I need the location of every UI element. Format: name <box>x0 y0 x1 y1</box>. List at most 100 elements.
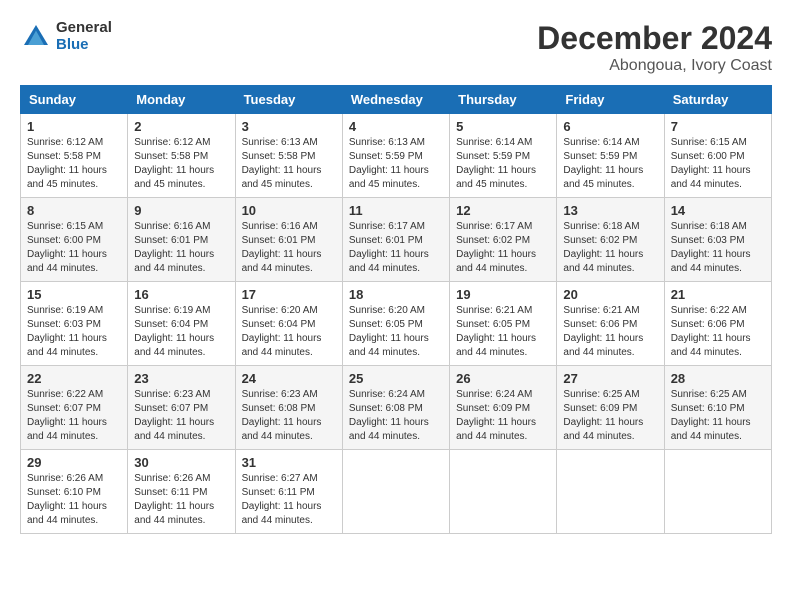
day-info: Sunrise: 6:16 AM Sunset: 6:01 PM Dayligh… <box>242 220 336 276</box>
calendar-day-header: Thursday <box>450 86 557 114</box>
calendar-day-cell: 28 Sunrise: 6:25 AM Sunset: 6:10 PM Dayl… <box>664 366 771 450</box>
day-info: Sunrise: 6:24 AM Sunset: 6:09 PM Dayligh… <box>456 388 550 444</box>
day-number: 3 <box>242 119 336 134</box>
day-number: 5 <box>456 119 550 134</box>
day-number: 15 <box>27 287 121 302</box>
calendar-day-cell: 25 Sunrise: 6:24 AM Sunset: 6:08 PM Dayl… <box>342 366 449 450</box>
day-info: Sunrise: 6:14 AM Sunset: 5:59 PM Dayligh… <box>456 136 550 192</box>
calendar-day-cell: 4 Sunrise: 6:13 AM Sunset: 5:59 PM Dayli… <box>342 114 449 198</box>
day-info: Sunrise: 6:26 AM Sunset: 6:11 PM Dayligh… <box>134 472 228 528</box>
day-number: 11 <box>349 203 443 218</box>
day-number: 13 <box>563 203 657 218</box>
day-info: Sunrise: 6:26 AM Sunset: 6:10 PM Dayligh… <box>27 472 121 528</box>
calendar-week-row: 8 Sunrise: 6:15 AM Sunset: 6:00 PM Dayli… <box>21 198 772 282</box>
day-info: Sunrise: 6:17 AM Sunset: 6:01 PM Dayligh… <box>349 220 443 276</box>
day-number: 6 <box>563 119 657 134</box>
day-info: Sunrise: 6:13 AM Sunset: 5:59 PM Dayligh… <box>349 136 443 192</box>
day-info: Sunrise: 6:24 AM Sunset: 6:08 PM Dayligh… <box>349 388 443 444</box>
calendar-day-header: Sunday <box>21 86 128 114</box>
day-number: 23 <box>134 371 228 386</box>
calendar-day-cell: 31 Sunrise: 6:27 AM Sunset: 6:11 PM Dayl… <box>235 450 342 534</box>
calendar-header-row: SundayMondayTuesdayWednesdayThursdayFrid… <box>21 86 772 114</box>
calendar-day-cell: 13 Sunrise: 6:18 AM Sunset: 6:02 PM Dayl… <box>557 198 664 282</box>
calendar-day-cell <box>450 450 557 534</box>
calendar-day-cell: 23 Sunrise: 6:23 AM Sunset: 6:07 PM Dayl… <box>128 366 235 450</box>
day-number: 27 <box>563 371 657 386</box>
calendar-day-cell: 6 Sunrise: 6:14 AM Sunset: 5:59 PM Dayli… <box>557 114 664 198</box>
day-info: Sunrise: 6:16 AM Sunset: 6:01 PM Dayligh… <box>134 220 228 276</box>
day-number: 16 <box>134 287 228 302</box>
day-info: Sunrise: 6:22 AM Sunset: 6:07 PM Dayligh… <box>27 388 121 444</box>
calendar-day-cell: 26 Sunrise: 6:24 AM Sunset: 6:09 PM Dayl… <box>450 366 557 450</box>
day-info: Sunrise: 6:23 AM Sunset: 6:07 PM Dayligh… <box>134 388 228 444</box>
logo-icon <box>20 21 52 53</box>
day-number: 8 <box>27 203 121 218</box>
day-info: Sunrise: 6:23 AM Sunset: 6:08 PM Dayligh… <box>242 388 336 444</box>
day-number: 19 <box>456 287 550 302</box>
calendar-week-row: 22 Sunrise: 6:22 AM Sunset: 6:07 PM Dayl… <box>21 366 772 450</box>
day-number: 4 <box>349 119 443 134</box>
day-info: Sunrise: 6:25 AM Sunset: 6:09 PM Dayligh… <box>563 388 657 444</box>
day-number: 31 <box>242 455 336 470</box>
calendar-day-cell: 16 Sunrise: 6:19 AM Sunset: 6:04 PM Dayl… <box>128 282 235 366</box>
calendar-day-cell: 11 Sunrise: 6:17 AM Sunset: 6:01 PM Dayl… <box>342 198 449 282</box>
calendar-day-cell: 9 Sunrise: 6:16 AM Sunset: 6:01 PM Dayli… <box>128 198 235 282</box>
day-number: 9 <box>134 203 228 218</box>
calendar-day-cell: 5 Sunrise: 6:14 AM Sunset: 5:59 PM Dayli… <box>450 114 557 198</box>
logo-text: General Blue <box>56 20 112 53</box>
calendar-day-cell: 22 Sunrise: 6:22 AM Sunset: 6:07 PM Dayl… <box>21 366 128 450</box>
day-info: Sunrise: 6:21 AM Sunset: 6:05 PM Dayligh… <box>456 304 550 360</box>
day-info: Sunrise: 6:25 AM Sunset: 6:10 PM Dayligh… <box>671 388 765 444</box>
day-info: Sunrise: 6:27 AM Sunset: 6:11 PM Dayligh… <box>242 472 336 528</box>
calendar-day-cell: 8 Sunrise: 6:15 AM Sunset: 6:00 PM Dayli… <box>21 198 128 282</box>
calendar-day-cell <box>664 450 771 534</box>
calendar-day-cell: 20 Sunrise: 6:21 AM Sunset: 6:06 PM Dayl… <box>557 282 664 366</box>
calendar-table: SundayMondayTuesdayWednesdayThursdayFrid… <box>20 85 772 534</box>
location-title: Abongoua, Ivory Coast <box>537 57 772 75</box>
day-number: 7 <box>671 119 765 134</box>
day-info: Sunrise: 6:15 AM Sunset: 6:00 PM Dayligh… <box>671 136 765 192</box>
calendar-day-header: Friday <box>557 86 664 114</box>
month-title: December 2024 <box>537 20 772 57</box>
calendar-day-cell: 29 Sunrise: 6:26 AM Sunset: 6:10 PM Dayl… <box>21 450 128 534</box>
day-info: Sunrise: 6:22 AM Sunset: 6:06 PM Dayligh… <box>671 304 765 360</box>
calendar-day-cell: 21 Sunrise: 6:22 AM Sunset: 6:06 PM Dayl… <box>664 282 771 366</box>
day-number: 20 <box>563 287 657 302</box>
day-number: 2 <box>134 119 228 134</box>
calendar-day-cell <box>342 450 449 534</box>
day-number: 25 <box>349 371 443 386</box>
day-number: 10 <box>242 203 336 218</box>
day-number: 12 <box>456 203 550 218</box>
day-info: Sunrise: 6:20 AM Sunset: 6:05 PM Dayligh… <box>349 304 443 360</box>
day-info: Sunrise: 6:15 AM Sunset: 6:00 PM Dayligh… <box>27 220 121 276</box>
calendar-week-row: 29 Sunrise: 6:26 AM Sunset: 6:10 PM Dayl… <box>21 450 772 534</box>
calendar-day-header: Wednesday <box>342 86 449 114</box>
calendar-day-cell: 24 Sunrise: 6:23 AM Sunset: 6:08 PM Dayl… <box>235 366 342 450</box>
calendar-day-cell: 19 Sunrise: 6:21 AM Sunset: 6:05 PM Dayl… <box>450 282 557 366</box>
calendar-day-cell: 1 Sunrise: 6:12 AM Sunset: 5:58 PM Dayli… <box>21 114 128 198</box>
calendar-day-cell: 10 Sunrise: 6:16 AM Sunset: 6:01 PM Dayl… <box>235 198 342 282</box>
calendar-day-header: Tuesday <box>235 86 342 114</box>
logo: General Blue <box>20 20 112 53</box>
calendar-day-cell: 17 Sunrise: 6:20 AM Sunset: 6:04 PM Dayl… <box>235 282 342 366</box>
calendar-day-cell: 14 Sunrise: 6:18 AM Sunset: 6:03 PM Dayl… <box>664 198 771 282</box>
day-number: 24 <box>242 371 336 386</box>
day-number: 22 <box>27 371 121 386</box>
day-info: Sunrise: 6:21 AM Sunset: 6:06 PM Dayligh… <box>563 304 657 360</box>
day-number: 26 <box>456 371 550 386</box>
day-number: 21 <box>671 287 765 302</box>
day-number: 14 <box>671 203 765 218</box>
calendar-week-row: 15 Sunrise: 6:19 AM Sunset: 6:03 PM Dayl… <box>21 282 772 366</box>
calendar-day-cell <box>557 450 664 534</box>
day-number: 17 <box>242 287 336 302</box>
calendar-day-cell: 15 Sunrise: 6:19 AM Sunset: 6:03 PM Dayl… <box>21 282 128 366</box>
day-info: Sunrise: 6:17 AM Sunset: 6:02 PM Dayligh… <box>456 220 550 276</box>
calendar-day-cell: 30 Sunrise: 6:26 AM Sunset: 6:11 PM Dayl… <box>128 450 235 534</box>
page-header: General Blue December 2024 Abongoua, Ivo… <box>20 20 772 75</box>
day-info: Sunrise: 6:19 AM Sunset: 6:04 PM Dayligh… <box>134 304 228 360</box>
calendar-week-row: 1 Sunrise: 6:12 AM Sunset: 5:58 PM Dayli… <box>21 114 772 198</box>
day-info: Sunrise: 6:14 AM Sunset: 5:59 PM Dayligh… <box>563 136 657 192</box>
day-info: Sunrise: 6:19 AM Sunset: 6:03 PM Dayligh… <box>27 304 121 360</box>
title-section: December 2024 Abongoua, Ivory Coast <box>537 20 772 75</box>
calendar-day-cell: 2 Sunrise: 6:12 AM Sunset: 5:58 PM Dayli… <box>128 114 235 198</box>
